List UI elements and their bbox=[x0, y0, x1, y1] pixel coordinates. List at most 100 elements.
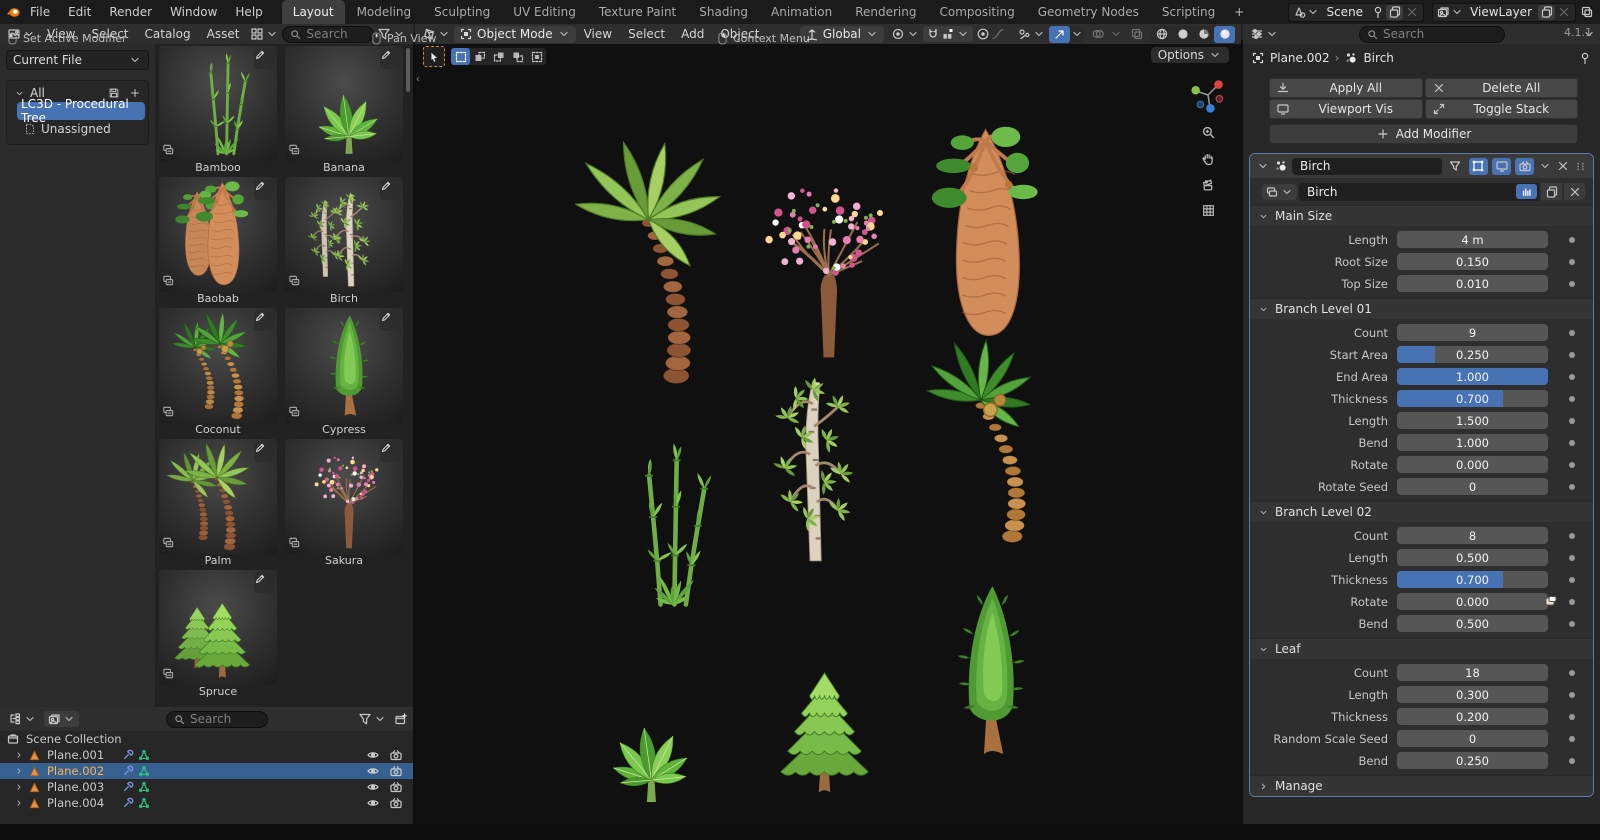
pan-hand-icon[interactable] bbox=[1201, 151, 1216, 166]
asset-source-select[interactable]: Current File bbox=[6, 50, 149, 70]
asset-spruce[interactable]: Spruce bbox=[159, 570, 277, 699]
shading-material-button[interactable] bbox=[1193, 26, 1214, 43]
pin-icon[interactable] bbox=[1578, 51, 1592, 65]
animate-decorator-dot[interactable] bbox=[1569, 757, 1575, 764]
xray-toggle[interactable] bbox=[1126, 26, 1147, 43]
hide-eye-icon[interactable] bbox=[366, 780, 380, 794]
asset-banana[interactable]: Banana bbox=[285, 46, 403, 175]
breadcrumb-object[interactable]: Plane.002 bbox=[1270, 51, 1330, 65]
number-field-length[interactable]: 4 m bbox=[1397, 231, 1548, 248]
edit-asset-badge[interactable] bbox=[254, 573, 274, 593]
animate-decorator-dot[interactable] bbox=[1569, 713, 1575, 720]
asset-sakura[interactable]: Sakura bbox=[285, 439, 403, 568]
geometry-nodes-icon[interactable] bbox=[138, 781, 150, 793]
asset-thumbnail[interactable] bbox=[159, 46, 277, 161]
new-viewlayer-icon[interactable] bbox=[1538, 4, 1555, 20]
shading-solid-button[interactable] bbox=[1172, 26, 1193, 43]
object-name[interactable]: Plane.001 bbox=[47, 748, 104, 762]
new-node-group-button[interactable] bbox=[1541, 183, 1562, 200]
scene-collection-row[interactable]: Scene Collection bbox=[0, 731, 413, 747]
tab-animation[interactable]: Animation bbox=[760, 0, 843, 24]
asset-coconut[interactable]: Coconut bbox=[159, 308, 277, 437]
animate-decorator-dot[interactable] bbox=[1569, 258, 1575, 265]
disable-render-icon[interactable] bbox=[389, 796, 403, 810]
hide-eye-icon[interactable] bbox=[366, 796, 380, 810]
animate-decorator-dot[interactable] bbox=[1569, 461, 1575, 468]
disable-render-icon[interactable] bbox=[389, 748, 403, 762]
viewport-menu-select[interactable]: Select bbox=[620, 27, 673, 41]
edit-asset-badge[interactable] bbox=[254, 311, 274, 331]
animate-decorator-dot[interactable] bbox=[1569, 329, 1575, 336]
menu-file[interactable]: File bbox=[21, 0, 59, 24]
number-field-count[interactable]: 18 bbox=[1397, 664, 1548, 681]
gizmo-toggle[interactable] bbox=[1049, 25, 1084, 43]
tree-bamboo[interactable] bbox=[610, 426, 725, 616]
asset-palm[interactable]: Palm bbox=[159, 439, 277, 568]
overlays-button[interactable] bbox=[1084, 25, 1126, 44]
animate-decorator-dot[interactable] bbox=[1569, 483, 1575, 490]
outliner-row-plane-003[interactable]: Plane.003 bbox=[0, 779, 413, 795]
animate-decorator-dot[interactable] bbox=[1569, 735, 1575, 742]
asset-thumbnail[interactable] bbox=[159, 570, 277, 685]
tab-shading[interactable]: Shading bbox=[688, 0, 759, 24]
object-name[interactable]: Plane.003 bbox=[47, 780, 104, 794]
edit-mode-display-button[interactable] bbox=[1468, 157, 1488, 175]
menu-edit[interactable]: Edit bbox=[59, 0, 100, 24]
asset-thumbnail[interactable] bbox=[159, 439, 277, 554]
add-workspace-button[interactable]: + bbox=[1227, 0, 1251, 24]
shading-rendered-button[interactable] bbox=[1214, 25, 1235, 43]
viewlayer-name[interactable]: ViewLayer bbox=[1464, 5, 1538, 19]
close-icon[interactable] bbox=[1555, 5, 1572, 20]
number-field-length[interactable]: 0.500 bbox=[1397, 549, 1548, 566]
scene-name[interactable]: Scene bbox=[1320, 5, 1369, 19]
viewlayer-selector[interactable]: ViewLayer bbox=[1432, 2, 1576, 22]
viewport-vis-button[interactable]: Viewport Vis bbox=[1269, 99, 1423, 119]
tab-texture-paint[interactable]: Texture Paint bbox=[588, 0, 687, 24]
number-field-bend[interactable]: 1.000 bbox=[1397, 434, 1548, 451]
modifier-wrench-icon[interactable] bbox=[122, 749, 134, 761]
geometry-nodes-icon[interactable] bbox=[138, 797, 150, 809]
number-field-rotate[interactable]: 0.000 bbox=[1397, 456, 1548, 473]
outliner-scope-button[interactable] bbox=[44, 711, 79, 727]
display-size-button[interactable] bbox=[247, 26, 282, 42]
shading-wireframe-button[interactable] bbox=[1151, 26, 1172, 43]
editor-type-button[interactable] bbox=[1247, 26, 1282, 42]
asset-thumbnail[interactable] bbox=[285, 439, 403, 554]
chevron-right-icon[interactable] bbox=[14, 782, 24, 792]
animate-decorator-dot[interactable] bbox=[1569, 620, 1575, 627]
edit-asset-badge[interactable] bbox=[254, 442, 274, 462]
snap-toggle[interactable] bbox=[923, 26, 973, 42]
breadcrumb-modifier[interactable]: Birch bbox=[1363, 51, 1393, 65]
active-tool-button[interactable] bbox=[423, 46, 445, 67]
camera-view-icon[interactable] bbox=[1201, 177, 1216, 192]
number-field-length[interactable]: 1.500 bbox=[1397, 412, 1548, 429]
toggle-stack-button[interactable]: Toggle Stack bbox=[1424, 99, 1578, 119]
edit-asset-badge[interactable] bbox=[380, 180, 400, 200]
section-header-branch-level-02[interactable]: Branch Level 02 bbox=[1250, 501, 1593, 522]
slider-field-start-area[interactable]: 0.250 bbox=[1397, 346, 1548, 363]
render-display-button[interactable] bbox=[1515, 157, 1535, 175]
section-header-branch-level-01[interactable]: Branch Level 01 bbox=[1250, 298, 1593, 319]
outliner-filter-button[interactable] bbox=[355, 711, 390, 727]
apply-all-button[interactable]: Apply All bbox=[1269, 78, 1423, 98]
remove-modifier-icon[interactable] bbox=[1556, 159, 1570, 173]
object-name[interactable]: Plane.002 bbox=[47, 764, 104, 778]
tree-sakura[interactable] bbox=[745, 156, 910, 368]
tab-geometry-nodes[interactable]: Geometry Nodes bbox=[1027, 0, 1150, 24]
select-invert-button[interactable] bbox=[508, 48, 527, 65]
select-extend-button[interactable] bbox=[470, 48, 489, 65]
asset-search-input[interactable]: Search bbox=[282, 25, 374, 43]
outliner-search-input[interactable]: Search bbox=[166, 710, 268, 728]
extras-menu-icon[interactable] bbox=[1538, 159, 1552, 173]
animate-decorator-dot[interactable] bbox=[1569, 669, 1575, 676]
snap-target-button[interactable] bbox=[888, 26, 923, 42]
mode-selector[interactable]: Object Mode bbox=[454, 25, 576, 43]
show-gizmo-button[interactable] bbox=[1014, 26, 1049, 42]
outliner-display-mode[interactable] bbox=[5, 711, 40, 727]
asset-thumbnail[interactable] bbox=[285, 308, 403, 423]
tab-sculpting[interactable]: Sculpting bbox=[423, 0, 501, 24]
asset-thumbnail[interactable] bbox=[285, 177, 403, 292]
realtime-display-button[interactable] bbox=[1492, 157, 1512, 175]
geometry-nodes-icon[interactable] bbox=[138, 749, 150, 761]
tree-coconut[interactable] bbox=[910, 332, 1060, 550]
